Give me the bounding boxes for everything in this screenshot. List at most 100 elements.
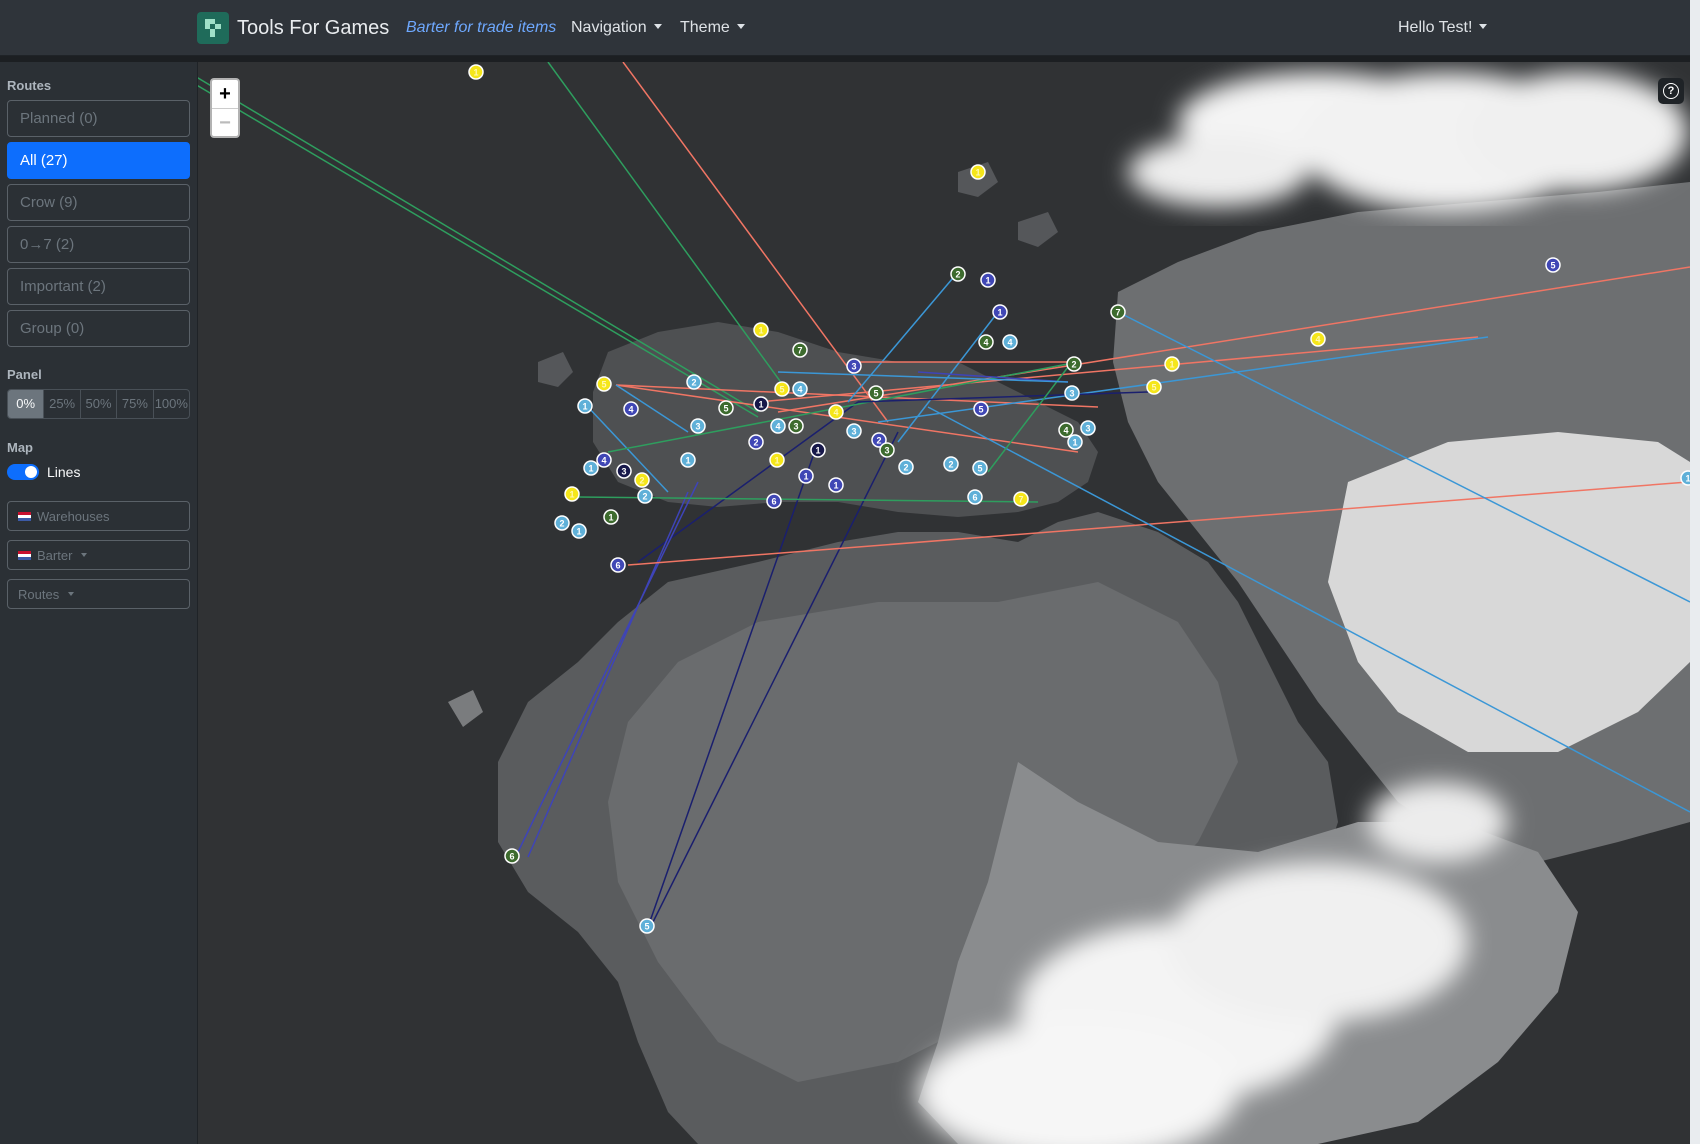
marker-label: 1 [1072,438,1077,448]
marker-label: 2 [639,476,644,486]
route-filter-all[interactable]: All (27) [7,142,190,179]
scrollbar[interactable] [1690,0,1700,1144]
route-marker[interactable]: 5 [1545,257,1561,273]
zoom-out-button[interactable]: − [212,108,238,136]
brand-logo-icon [197,12,229,44]
route-marker[interactable]: 6 [766,493,782,509]
route-filter-important[interactable]: Important (2) [7,268,190,305]
lines-switch[interactable] [7,464,39,480]
route-filter-planned[interactable]: Planned (0) [7,100,190,137]
route-marker[interactable]: 1 [970,164,986,180]
route-marker[interactable]: 3 [788,418,804,434]
nav-link-barter[interactable]: Barter for trade items [406,19,556,37]
nav-dropdown-navigation[interactable]: Navigation [571,19,662,37]
route-marker[interactable]: 3 [846,423,862,439]
route-filter-0-7[interactable]: 0→7 (2) [7,226,190,263]
route-marker[interactable]: 1 [980,272,996,288]
marker-label: 1 [608,513,613,523]
route-marker[interactable]: 1 [680,452,696,468]
zoom-in-button[interactable]: + [212,80,238,108]
route-marker[interactable]: 1 [583,460,599,476]
route-marker[interactable]: 1 [571,523,587,539]
lines-toggle[interactable]: Lines [7,464,80,480]
marker-label: 1 [997,308,1002,318]
route-marker[interactable]: 1 [798,468,814,484]
route-marker[interactable]: 3 [1080,420,1096,436]
route-marker[interactable]: 1 [828,477,844,493]
marker-label: 4 [601,456,606,466]
panel-option-0[interactable]: 0% [8,390,45,418]
barter-select[interactable]: Barter [7,540,190,570]
route-filter-crow[interactable]: Crow (9) [7,184,190,221]
marker-label: 1 [685,456,690,466]
route-marker[interactable]: 4 [623,401,639,417]
route-marker[interactable]: 5 [718,400,734,416]
brand[interactable]: Tools For Games [197,12,389,44]
route-marker[interactable]: 4 [792,381,808,397]
route-marker[interactable]: 3 [1064,385,1080,401]
route-marker[interactable]: 3 [690,418,706,434]
route-marker[interactable]: 1 [564,486,580,502]
route-marker[interactable]: 5 [973,401,989,417]
route-marker[interactable]: 1 [603,509,619,525]
route-marker[interactable]: 4 [596,452,612,468]
route-marker[interactable]: 2 [554,515,570,531]
route-marker[interactable]: 2 [748,434,764,450]
marker-label: 3 [695,422,700,432]
route-marker[interactable]: 3 [616,463,632,479]
route-marker[interactable]: 1 [577,398,593,414]
route-marker[interactable]: 5 [639,918,655,934]
route-marker[interactable]: 1 [1680,470,1690,486]
panel-option-100[interactable]: 100% [154,390,189,418]
route-marker[interactable]: 1 [753,322,769,338]
panel-option-75[interactable]: 75% [117,390,154,418]
map-canvas[interactable]: 11211 71734 42 1455 25 4 5 31 4 5 14 53 4 3 324 31241 31… [198,62,1690,1144]
route-marker[interactable]: 7 [1013,491,1029,507]
routes-select[interactable]: Routes [7,579,190,609]
route-marker[interactable]: 5 [868,385,884,401]
route-marker[interactable]: 1 [1164,356,1180,372]
route-marker[interactable]: 5 [774,381,790,397]
route-filter-group[interactable]: Group (0) [7,310,190,347]
route-marker[interactable]: 5 [596,376,612,392]
route-marker[interactable]: 1 [992,304,1008,320]
route-marker[interactable]: 7 [792,342,808,358]
route-marker[interactable]: 7 [1110,304,1126,320]
route-marker[interactable]: 1 [753,396,769,412]
panel-option-50[interactable]: 50% [81,390,118,418]
route-marker[interactable]: 2 [1066,356,1082,372]
route-marker[interactable]: 1 [1067,434,1083,450]
route-marker[interactable]: 4 [1058,422,1074,438]
user-menu[interactable]: Hello Test! [1398,19,1488,37]
panel-section-label: Panel [7,367,42,382]
route-marker[interactable]: 4 [828,404,844,420]
route-marker[interactable]: 2 [950,266,966,282]
marker-label: 3 [884,446,889,456]
route-marker[interactable]: 1 [769,452,785,468]
help-button[interactable]: ? [1658,78,1684,104]
route-marker[interactable]: 3 [879,442,895,458]
route-marker[interactable]: 2 [634,472,650,488]
route-marker[interactable]: 2 [686,374,702,390]
warehouses-select[interactable]: Warehouses [7,501,190,531]
nav-dropdown-theme[interactable]: Theme [680,19,745,37]
route-marker[interactable]: 6 [610,557,626,573]
route-marker[interactable]: 1 [810,442,826,458]
route-marker[interactable]: 2 [637,488,653,504]
barter-label: Barter [37,547,73,563]
route-marker[interactable]: 6 [504,848,520,864]
route-marker[interactable]: 4 [770,418,786,434]
route-marker[interactable]: 2 [898,459,914,475]
route-marker[interactable]: 4 [978,334,994,350]
world-map[interactable]: 1121171734421455254531451453433243124131… [198,62,1690,1144]
route-marker[interactable]: 2 [943,456,959,472]
route-marker[interactable]: 3 [846,358,862,374]
route-marker[interactable]: 4 [1310,331,1326,347]
marker-label: 5 [977,464,982,474]
panel-option-25[interactable]: 25% [44,390,81,418]
route-marker[interactable]: 1 [468,64,484,80]
route-marker[interactable]: 6 [967,489,983,505]
route-marker[interactable]: 5 [1146,379,1162,395]
route-marker[interactable]: 4 [1002,334,1018,350]
route-marker[interactable]: 5 [972,460,988,476]
